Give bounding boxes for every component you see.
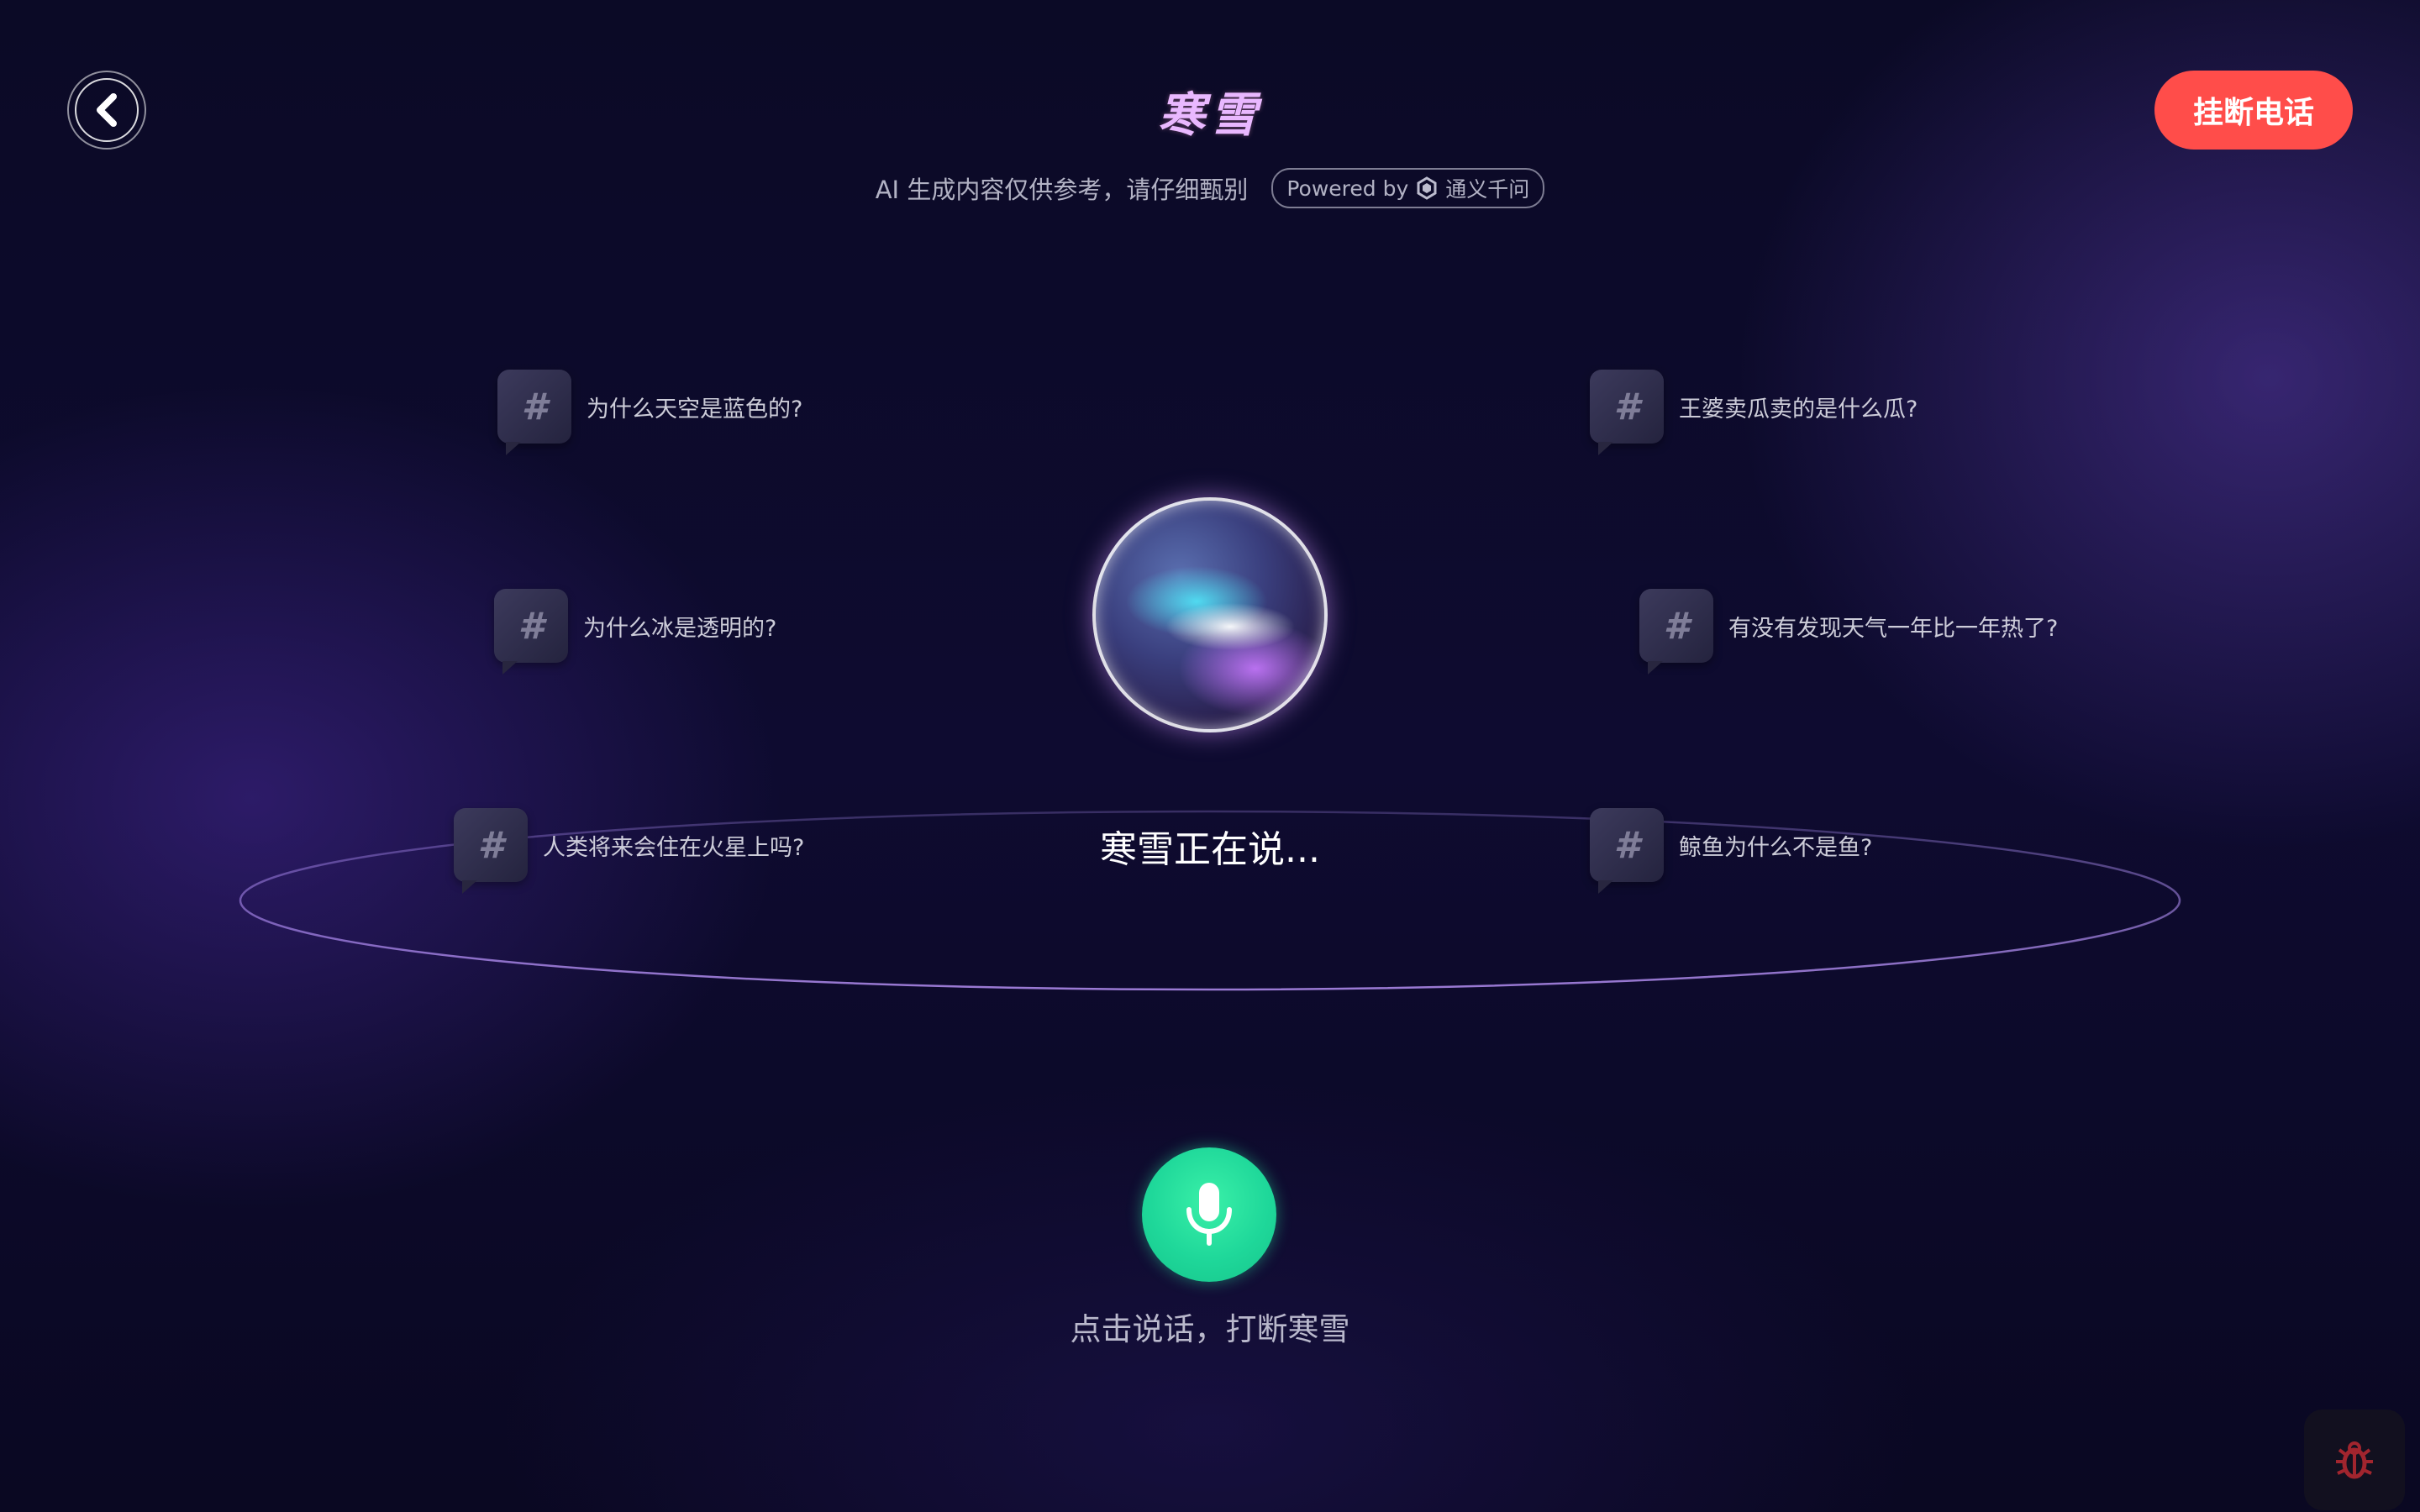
powered-by-label: Powered by — [1286, 176, 1409, 201]
suggestion-text: 王婆卖瓜卖的是什么瓜? — [1679, 396, 1918, 423]
bug-icon — [2336, 1441, 2373, 1479]
mic-hint: 点击说话，打断寒雪 — [1070, 1311, 1350, 1347]
page-title: 寒雪 — [1158, 88, 1262, 143]
microphone-button[interactable] — [1142, 1147, 1276, 1282]
speaking-status: 寒雪正在说... — [1100, 828, 1320, 871]
qwen-logo-icon — [1417, 176, 1437, 200]
debug-button[interactable] — [2304, 1410, 2405, 1510]
suggestion-chip[interactable]: # 为什么冰是透明的? — [494, 589, 777, 675]
suggestion-text: 有没有发现天气一年比一年热了? — [1728, 615, 2059, 642]
suggestion-chip[interactable]: # 为什么天空是蓝色的? — [497, 370, 803, 455]
hangup-button[interactable]: 挂断电话 — [2154, 71, 2353, 150]
hashtag-icon: # — [1590, 370, 1664, 455]
hashtag-icon: # — [1639, 589, 1713, 675]
subtitle-row: AI 生成内容仅供参考，请仔细甄别 Powered by 通义千问 — [0, 168, 2420, 208]
suggestion-chip[interactable]: # 有没有发现天气一年比一年热了? — [1639, 589, 2059, 675]
suggestion-chip[interactable]: # 王婆卖瓜卖的是什么瓜? — [1590, 370, 1918, 455]
assistant-orb — [1092, 497, 1328, 732]
powered-by-brand: 通义千问 — [1445, 177, 1530, 202]
hashtag-icon: # — [497, 370, 571, 455]
suggestion-text: 为什么天空是蓝色的? — [587, 396, 803, 423]
disclaimer-text: AI 生成内容仅供参考，请仔细甄别 — [875, 176, 1249, 204]
powered-by-badge: Powered by 通义千问 — [1271, 168, 1545, 208]
microphone-icon — [1186, 1183, 1232, 1246]
suggestion-text: 为什么冰是透明的? — [583, 615, 777, 642]
hashtag-icon: # — [494, 589, 568, 675]
